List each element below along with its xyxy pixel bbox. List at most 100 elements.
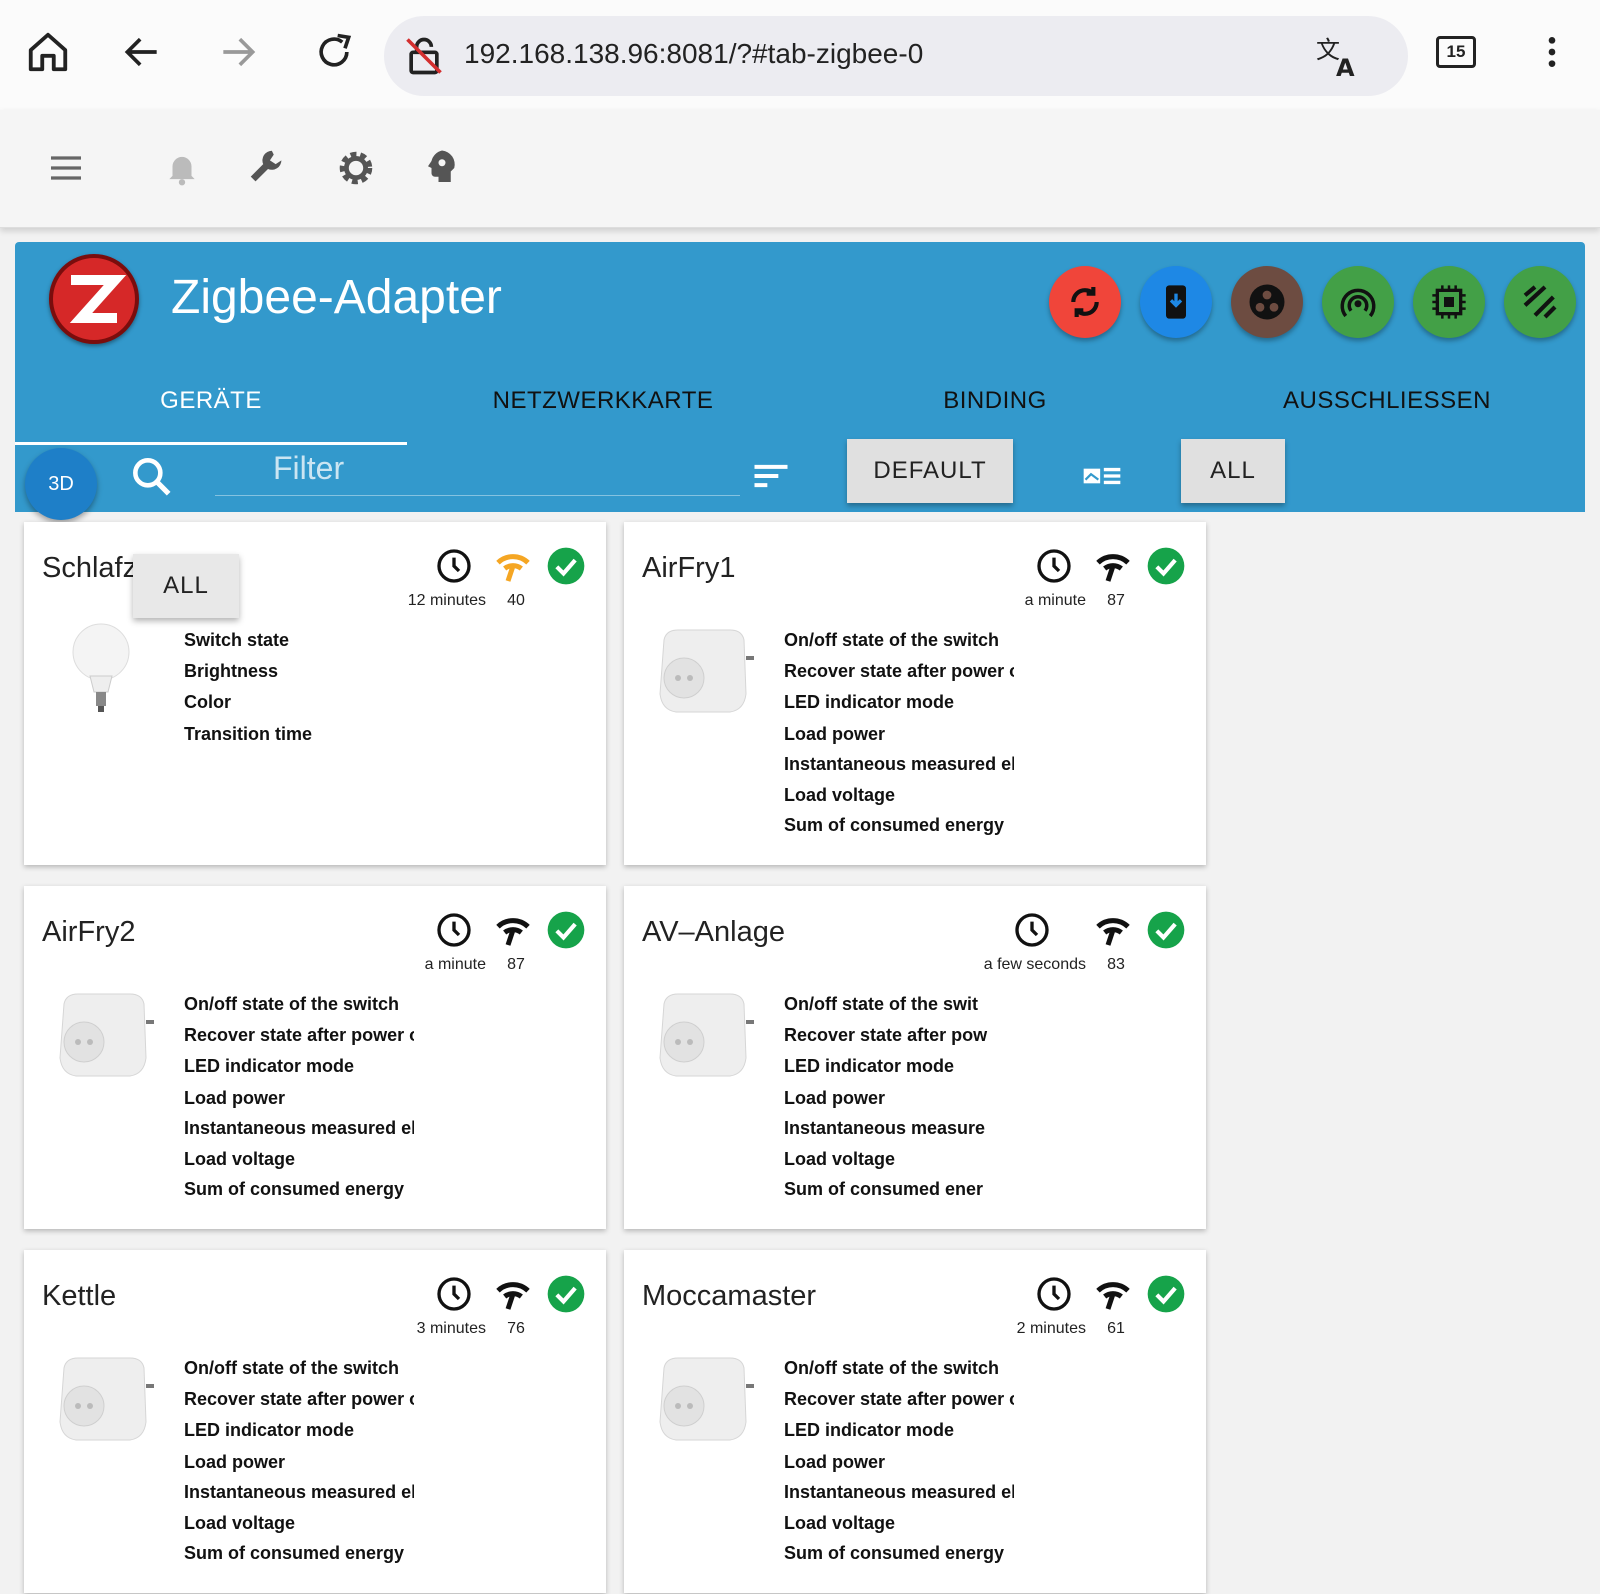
last-seen-text: a minute <box>1024 592 1086 609</box>
sync-icon <box>1071 287 1099 317</box>
app-toolbar <box>0 110 1600 228</box>
device-card[interactable]: AV–Anlage a few seconds 83 On/off state of … <box>624 886 1206 1229</box>
bell-icon[interactable] <box>152 138 212 198</box>
address-bar[interactable]: 192.168.138.96:8081/?#tab-zigbee-0 文A <box>384 16 1408 96</box>
device-property: Transition time <box>184 724 313 744</box>
device-property: Load power <box>784 1088 886 1108</box>
device-property: Load voltage <box>784 1149 896 1169</box>
translate-icon[interactable]: 文A <box>1314 32 1364 82</box>
install-device-button[interactable] <box>1140 266 1212 338</box>
all-dropdown-popup[interactable]: ALL <box>133 554 239 618</box>
tab-exclude[interactable]: AUSSCHLIESSEN <box>1191 387 1583 415</box>
3d-button[interactable]: 3D <box>25 448 97 520</box>
plug-image <box>646 986 756 1086</box>
plug-image <box>646 1350 756 1450</box>
device-property: Load voltage <box>184 1513 296 1533</box>
signal-icon <box>1092 910 1132 950</box>
pairing-button[interactable] <box>1322 266 1394 338</box>
signal-icon <box>492 1274 532 1314</box>
adapter-header: Zigbee-Adapter GERÄTE NETZWERKKARTE BIND… <box>15 242 1585 520</box>
device-card[interactable]: Schlafz 12 minutes 40 Switch state Brightnes… <box>24 522 606 865</box>
all-button[interactable]: ALL <box>1181 439 1285 503</box>
wrench-icon[interactable] <box>238 138 298 198</box>
chip-icon <box>1432 285 1466 319</box>
groups-button[interactable] <box>1231 266 1303 338</box>
device-property: LED indicator mode <box>784 692 955 712</box>
link-quality-text: 87 <box>507 956 525 973</box>
zigbee-logo <box>49 254 139 344</box>
gear-icon[interactable] <box>326 138 386 198</box>
device-property: Sum of consumed energy <box>184 1179 405 1199</box>
tab-binding[interactable]: BINDING <box>799 387 1191 415</box>
reload-icon[interactable] <box>304 22 364 82</box>
status-ok-icon <box>546 1274 586 1314</box>
device-property: On/off state of the switch <box>184 994 400 1014</box>
url-text[interactable]: 192.168.138.96:8081/?#tab-zigbee-0 <box>464 38 923 70</box>
touchlink-button[interactable] <box>1413 266 1485 338</box>
device-property: LED indicator mode <box>784 1056 955 1076</box>
clock-icon <box>1034 546 1074 586</box>
clock-icon <box>1012 910 1052 950</box>
device-name: AirFry1 <box>642 552 736 584</box>
device-property: Sum of consumed ener <box>784 1179 984 1199</box>
device-property: Load power <box>784 724 886 744</box>
expert-icon[interactable] <box>412 138 472 198</box>
menu-icon[interactable] <box>36 138 96 198</box>
status-ok-icon <box>1146 1274 1186 1314</box>
filter-input[interactable]: Filter <box>215 446 740 496</box>
sort-icon[interactable] <box>749 454 793 498</box>
home-icon[interactable] <box>18 22 78 82</box>
last-seen-text: 2 minutes <box>1016 1320 1086 1337</box>
card-view-icon[interactable] <box>1079 454 1125 498</box>
device-card[interactable]: AirFry1 a minute 87 On/off state of the swi… <box>624 522 1206 865</box>
device-card[interactable]: AirFry2 a minute 87 On/off state of the swi… <box>24 886 606 1229</box>
device-property: Instantaneous measured el <box>784 1482 1014 1502</box>
browser-toolbar: 192.168.138.96:8081/?#tab-zigbee-0 文A 15 <box>0 0 1600 110</box>
phone-download-icon <box>1166 285 1186 319</box>
device-property: Load voltage <box>784 1513 896 1533</box>
device-name: Moccamaster <box>642 1280 817 1312</box>
sync-button[interactable] <box>1049 266 1121 338</box>
clock-icon <box>434 910 474 950</box>
device-property: Switch state <box>184 630 290 650</box>
insecure-lock-icon[interactable] <box>402 34 446 78</box>
device-property: Recover state after power o <box>784 1389 1014 1409</box>
link-quality-text: 83 <box>1107 956 1125 973</box>
scan-icon <box>1523 285 1557 319</box>
3d-label: 3D <box>48 472 74 495</box>
link-quality-text: 61 <box>1107 1320 1125 1337</box>
device-name: Kettle <box>42 1280 117 1312</box>
scan-button[interactable] <box>1504 266 1576 338</box>
device-property: Recover state after power o <box>184 1389 414 1409</box>
device-property: Brightness <box>184 661 279 681</box>
link-quality-text: 76 <box>507 1320 525 1337</box>
device-property: Load power <box>784 1452 886 1472</box>
signal-icon <box>1092 546 1132 586</box>
tabs-icon[interactable]: 15 <box>1426 22 1486 82</box>
forward-icon[interactable] <box>208 22 268 82</box>
groups-icon <box>1249 284 1285 320</box>
status-ok-icon <box>1146 910 1186 950</box>
device-card[interactable]: Kettle 3 minutes 76 On/off state of the swi… <box>24 1250 606 1593</box>
device-property: Instantaneous measured el <box>784 754 1014 774</box>
device-card[interactable]: Moccamaster 2 minutes 61 On/off state of th… <box>624 1250 1206 1593</box>
filter-placeholder: Filter <box>273 450 345 486</box>
tab-devices[interactable]: GERÄTE <box>15 387 407 415</box>
last-seen-text: 3 minutes <box>416 1320 486 1337</box>
back-icon[interactable] <box>112 22 172 82</box>
device-property: Recover state after power o <box>784 661 1014 681</box>
device-property: Color <box>184 692 231 712</box>
default-button[interactable]: DEFAULT <box>847 439 1013 503</box>
link-quality-text: 87 <box>1107 592 1125 609</box>
device-property: LED indicator mode <box>184 1056 355 1076</box>
device-property: Load power <box>184 1088 286 1108</box>
status-ok-icon <box>546 910 586 950</box>
svg-text:A: A <box>1336 54 1355 80</box>
tab-network-map[interactable]: NETZWERKKARTE <box>407 387 799 415</box>
clock-icon <box>434 1274 474 1314</box>
more-icon[interactable] <box>1522 22 1582 82</box>
plug-image <box>46 1350 156 1450</box>
device-property: On/off state of the switch <box>784 630 1000 650</box>
device-property: On/off state of the switch <box>184 1358 400 1378</box>
bulb-image <box>46 622 156 722</box>
